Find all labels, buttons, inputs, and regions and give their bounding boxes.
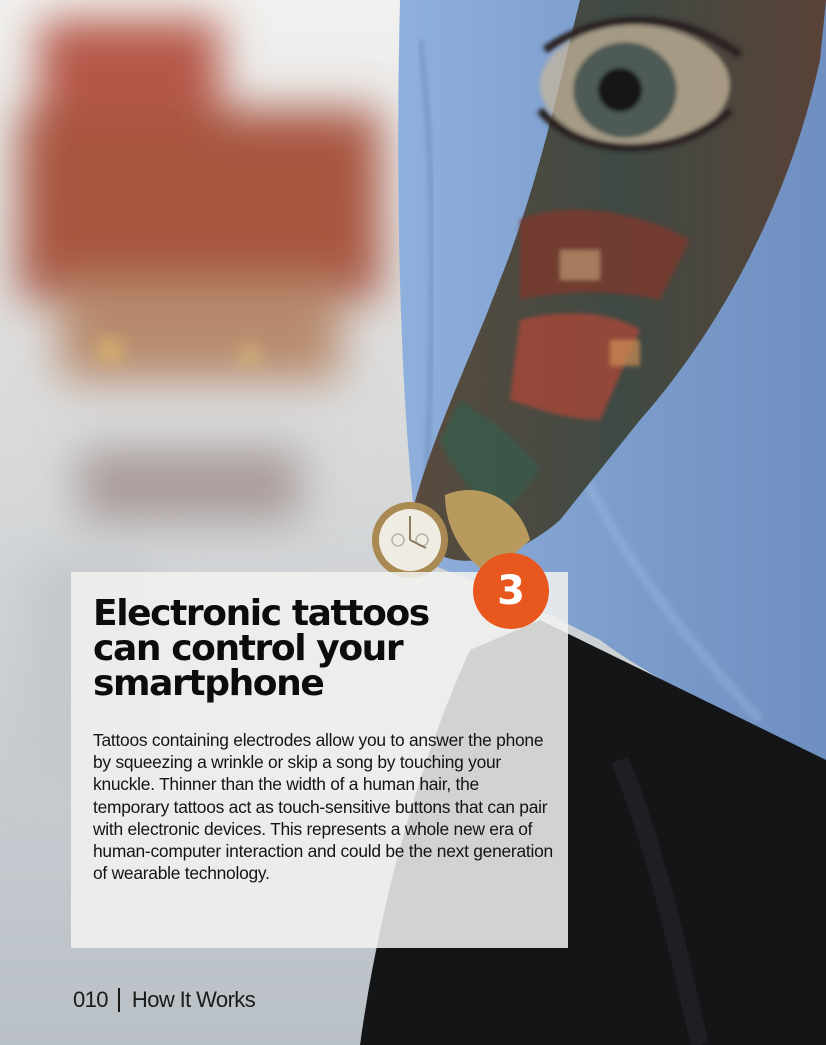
page-footer: 010 How It Works (73, 986, 256, 1014)
feature-card: Electronic tattoos can control your smar… (71, 572, 568, 948)
publication-name: How It Works (131, 987, 256, 1012)
footer-divider (117, 988, 120, 1012)
feature-body: Tattoos containing electrodes allow you … (93, 730, 553, 884)
magazine-page: Electronic tattoos can control your smar… (0, 0, 826, 1045)
feature-number-badge: 3 (473, 553, 549, 629)
feature-headline: Electronic tattoos can control your smar… (93, 593, 430, 704)
page-number: 010 (73, 987, 109, 1012)
